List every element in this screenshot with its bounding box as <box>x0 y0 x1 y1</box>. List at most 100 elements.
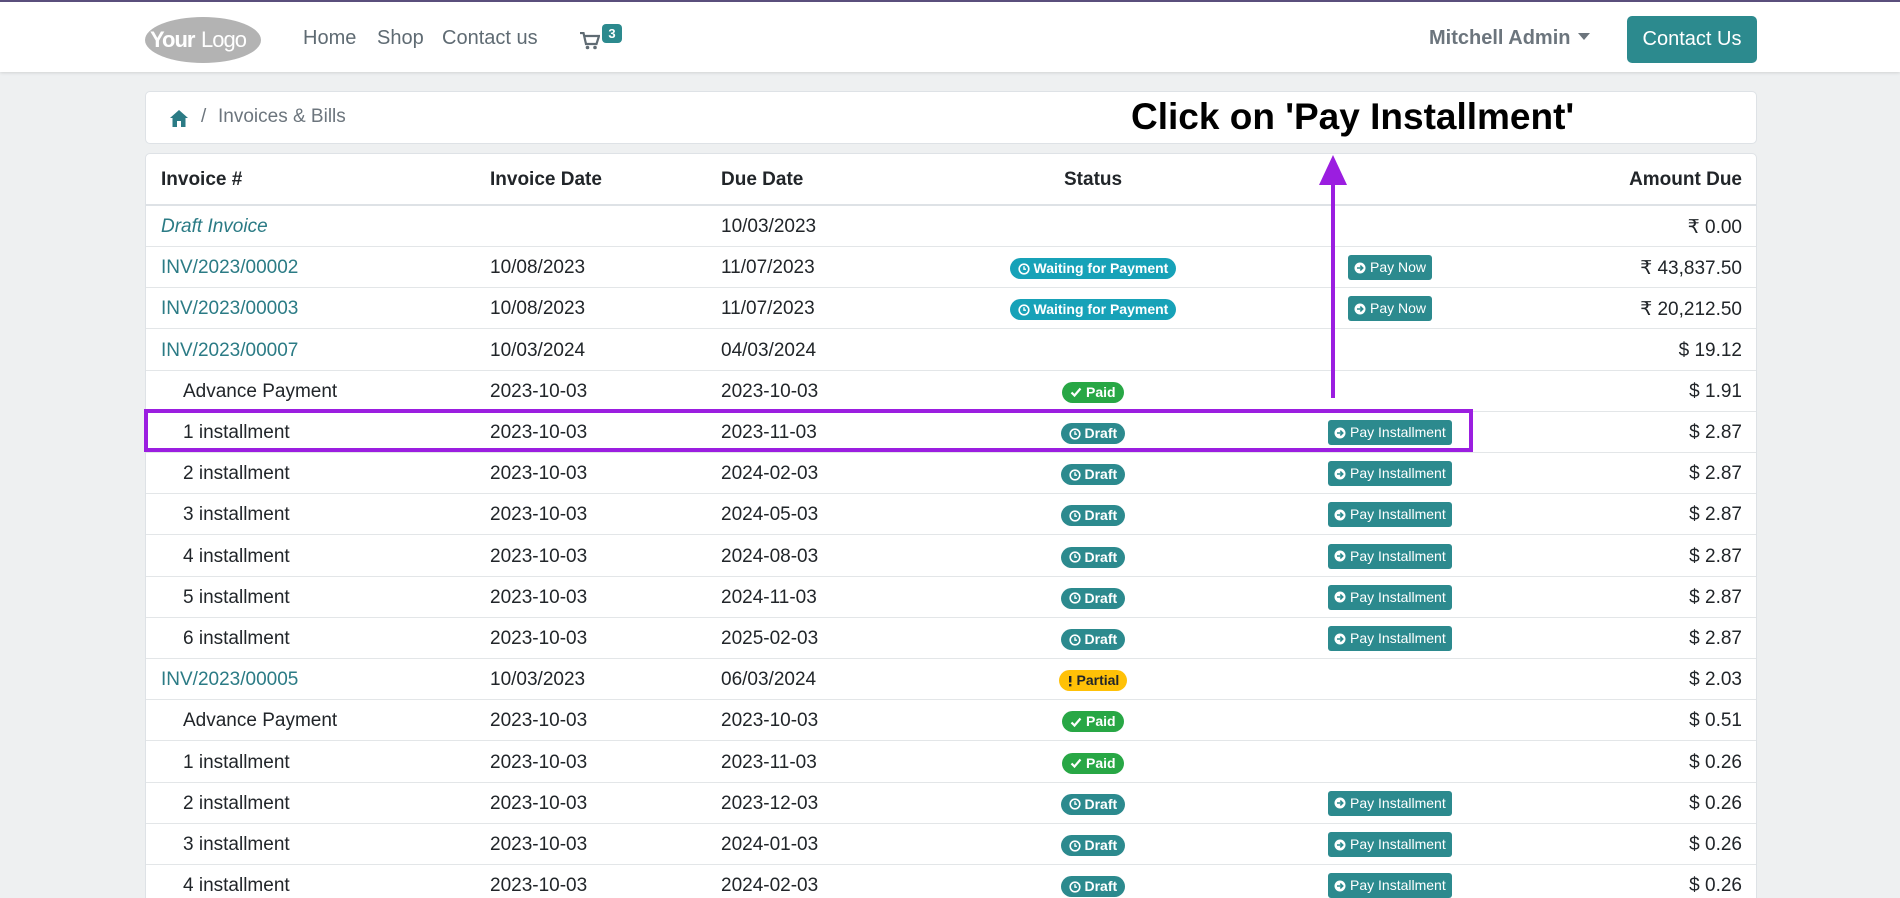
clock-icon <box>1068 592 1081 604</box>
invoice-date: 10/08/2023 <box>490 298 586 320</box>
invoice-date: 2023-10-03 <box>490 586 588 608</box>
invoice-link[interactable]: INV/2023/00002 <box>161 257 298 279</box>
amount-due: $ 0.26 <box>1689 751 1742 773</box>
nav-home[interactable]: Home <box>303 27 356 50</box>
col-invoice: Invoice # <box>161 169 243 190</box>
table-row: 6 installment 2023-10-03 2025-02-03 Draft Pa… <box>146 618 1756 659</box>
status-label: Draft <box>1084 631 1118 647</box>
action-label: Pay Installment <box>1350 836 1446 852</box>
invoice-date: 10/08/2023 <box>490 257 586 279</box>
clock-icon <box>1068 469 1081 481</box>
due-date: 06/03/2024 <box>721 669 817 691</box>
status-badge: Draft <box>1060 505 1126 527</box>
top-navbar: Your Logo Home Shop Contact us 3 Mitchel… <box>0 0 1900 72</box>
table-row: 2 installment 2023-10-03 2023-12-03 Draft Pa… <box>146 783 1756 824</box>
amount-due: $ 2.87 <box>1689 586 1742 608</box>
installment-name: 1 installment <box>183 751 290 773</box>
due-date: 2023-10-03 <box>721 380 819 402</box>
cart-button[interactable]: 3 <box>578 24 626 54</box>
nav-shop[interactable]: Shop <box>377 27 424 50</box>
table-row: INV/2023/00003 10/08/2023 11/07/2023 Waitin… <box>146 288 1756 330</box>
due-date: 04/03/2024 <box>721 339 817 361</box>
invoice-date: 2023-10-03 <box>490 504 588 526</box>
status-badge: Paid <box>1062 381 1124 403</box>
action-label: Pay Installment <box>1350 794 1446 811</box>
invoice-date: 2023-10-03 <box>490 628 588 649</box>
status-badge: Partial <box>1058 670 1128 692</box>
user-menu-dropdown[interactable]: Mitchell Admin <box>1429 27 1591 50</box>
status-badge: Paid <box>1062 752 1124 774</box>
status-badge: Draft <box>1060 835 1126 856</box>
pay-installment-button[interactable]: Pay Installment <box>1328 626 1452 651</box>
arrow-circle-right-icon <box>1334 468 1346 480</box>
status-label: Partial <box>1076 672 1120 689</box>
amount-due: ₹ 20,212.50 <box>1640 299 1742 321</box>
amount-due: $ 1.91 <box>1689 380 1742 402</box>
amount-due: ₹ 0.00 <box>1687 217 1742 238</box>
status-badge: Draft <box>1060 464 1126 486</box>
shopping-cart-icon <box>580 32 600 50</box>
amount-due: $ 0.26 <box>1689 792 1742 814</box>
table-row: 3 installment 2023-10-03 2024-01-03 Draft Pa… <box>146 824 1756 865</box>
draft-invoice-link[interactable]: Draft Invoice <box>161 216 268 238</box>
invoice-link[interactable]: INV/2023/00003 <box>161 298 298 320</box>
col-due-date: Due Date <box>721 169 804 190</box>
home-icon[interactable] <box>169 109 189 128</box>
pay-installment-button[interactable]: Pay Installment <box>1328 832 1452 857</box>
status-label: Draft <box>1084 466 1118 483</box>
col-amount-due: Amount Due <box>1629 169 1742 190</box>
amount-due: $ 2.03 <box>1689 669 1742 691</box>
table-row: 3 installment 2023-10-03 2024-05-03 Draft Pa… <box>146 494 1756 536</box>
invoice-date: 10/03/2024 <box>490 339 586 361</box>
installment-name: 3 installment <box>183 834 290 855</box>
installment-name: Advance Payment <box>183 710 338 732</box>
invoices-table: Invoice # Invoice Date Due Date Status A… <box>145 153 1757 898</box>
status-label: Waiting for Payment <box>1033 301 1169 318</box>
installment-name: 3 installment <box>183 504 290 526</box>
due-date: 2024-01-03 <box>721 834 819 855</box>
due-date: 2024-02-03 <box>721 463 819 485</box>
action-label: Pay Now <box>1370 259 1427 276</box>
clock-icon <box>1068 881 1081 893</box>
pay-installment-button[interactable]: Pay Installment <box>1328 461 1452 487</box>
due-date: 2024-05-03 <box>721 504 819 526</box>
invoice-link[interactable]: INV/2023/00007 <box>161 340 298 362</box>
caret-down-icon <box>1578 33 1591 41</box>
due-date: 2023-11-03 <box>721 751 817 773</box>
clock-icon <box>1017 263 1030 275</box>
invoice-link[interactable]: INV/2023/00005 <box>161 669 298 691</box>
clock-icon <box>1068 633 1081 646</box>
breadcrumb-current: Invoices & Bills <box>218 106 346 127</box>
brand-logo[interactable]: Your Logo <box>144 15 263 64</box>
contact-us-button[interactable]: Contact Us <box>1627 16 1757 63</box>
amount-due: $ 19.12 <box>1678 339 1742 361</box>
action-label: Pay Installment <box>1350 465 1446 482</box>
amount-due: $ 0.26 <box>1689 875 1742 897</box>
pay-installment-button[interactable]: Pay Installment <box>1328 584 1452 610</box>
arrow-up-icon <box>1319 155 1347 398</box>
pay-installment-button[interactable]: Pay Installment <box>1328 543 1452 569</box>
table-row: 2 installment 2023-10-03 2024-02-03 Draft Pa… <box>146 453 1756 495</box>
user-name: Mitchell Admin <box>1429 27 1571 49</box>
pay-now-button[interactable]: Pay Now <box>1348 255 1433 281</box>
invoice-date: 10/03/2023 <box>490 669 586 691</box>
installment-name: Advance Payment <box>183 380 338 402</box>
due-date: 11/07/2023 <box>721 298 815 320</box>
arrow-circle-right-icon <box>1354 262 1366 274</box>
clock-icon <box>1068 551 1081 563</box>
table-row: 4 installment 2023-10-03 2024-08-03 Draft Pa… <box>146 536 1756 577</box>
pay-installment-button[interactable]: Pay Installment <box>1328 873 1452 898</box>
installment-name: 5 installment <box>183 586 290 608</box>
due-date: 2023-10-03 <box>721 710 819 732</box>
installment-name: 2 installment <box>183 463 290 485</box>
pay-now-button[interactable]: Pay Now <box>1348 296 1433 322</box>
status-label: Waiting for Payment <box>1033 260 1169 277</box>
nav-contact-us[interactable]: Contact us <box>442 27 538 50</box>
table-row: 1 installment 2023-10-03 2023-11-03 Paid $ 0… <box>146 742 1756 783</box>
amount-due: $ 0.26 <box>1689 834 1742 855</box>
installment-name: 2 installment <box>183 792 290 814</box>
amount-due: $ 0.51 <box>1689 710 1742 732</box>
pay-installment-button[interactable]: Pay Installment <box>1328 790 1452 816</box>
due-date: 2023-12-03 <box>721 792 819 814</box>
pay-installment-button[interactable]: Pay Installment <box>1328 502 1452 528</box>
